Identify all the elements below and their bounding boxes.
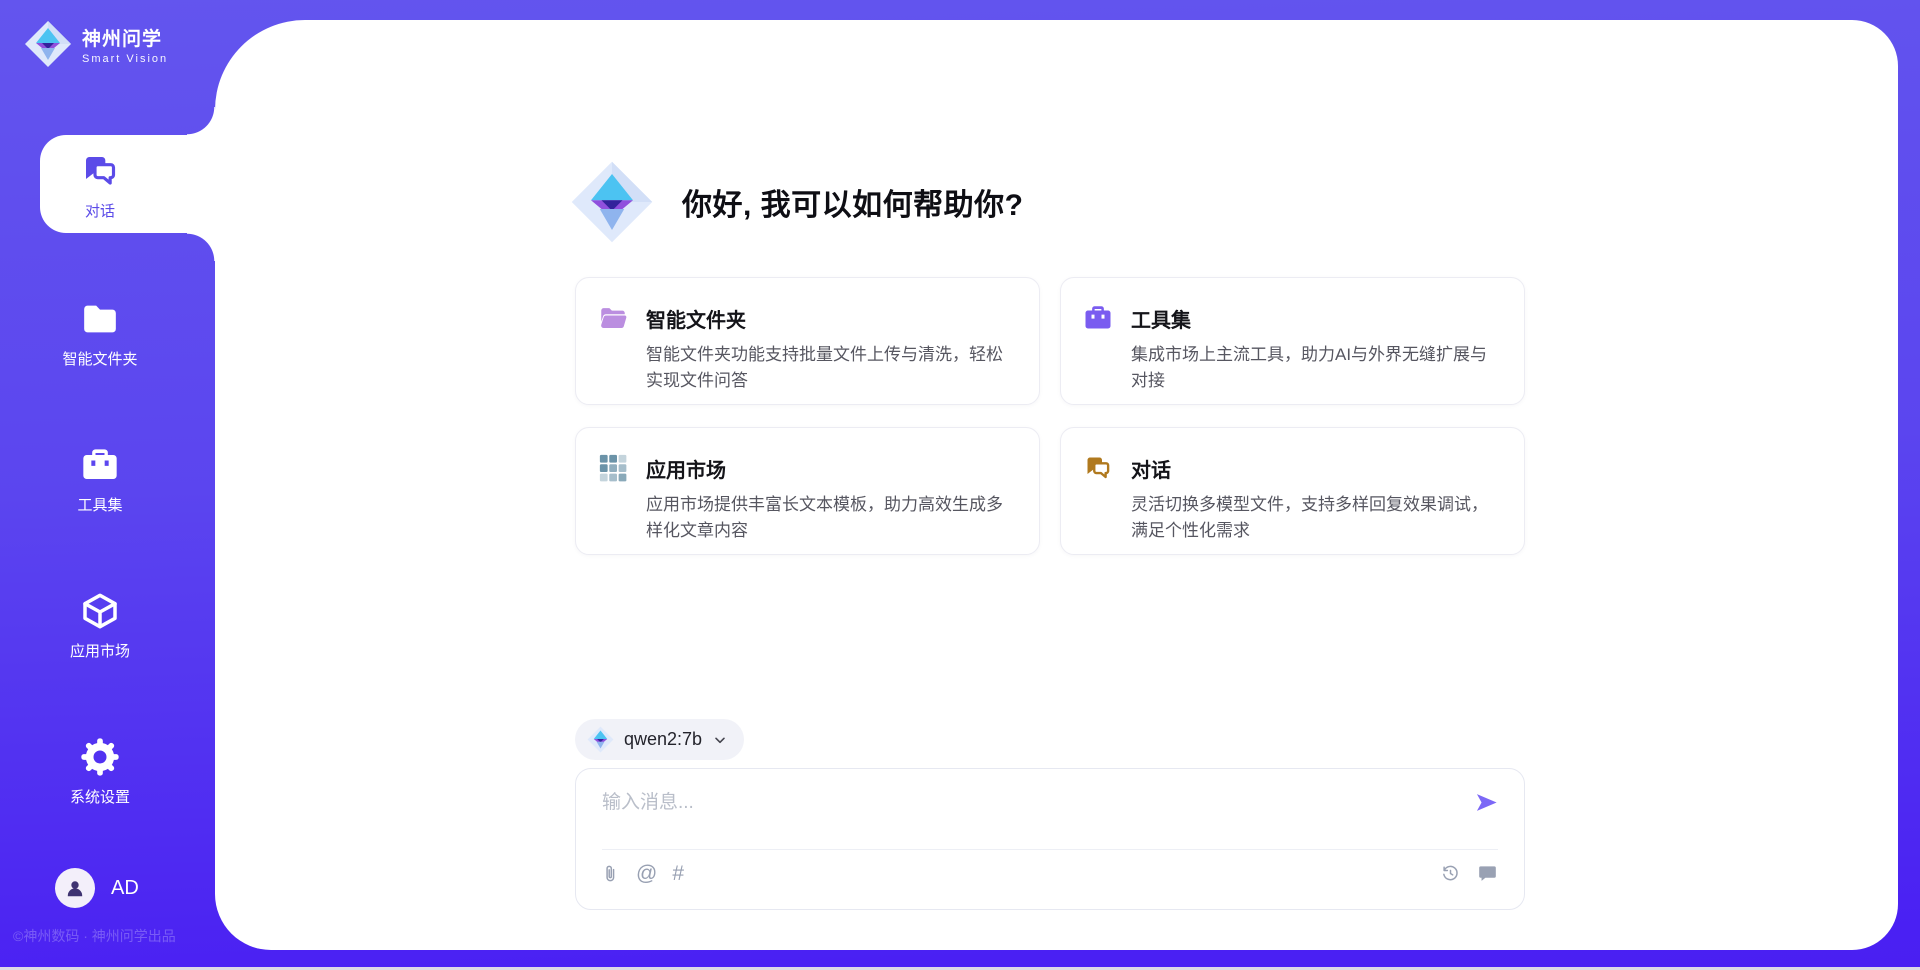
composer: @ # bbox=[575, 768, 1525, 910]
open-folder-icon bbox=[598, 303, 628, 333]
chat-icon bbox=[80, 151, 120, 191]
card-title: 智能文件夹 bbox=[646, 304, 746, 333]
sidebar-item-app-market[interactable]: 应用市场 bbox=[25, 578, 175, 674]
sidebar-item-toolset[interactable]: 工具集 bbox=[25, 432, 175, 528]
composer-divider bbox=[602, 849, 1498, 850]
chevron-down-icon bbox=[712, 732, 728, 748]
assistant-logo-icon bbox=[570, 160, 654, 244]
card-app-market[interactable]: 应用市场 应用市场提供丰富长文本模板，助力高效生成多样化文章内容 bbox=[575, 427, 1040, 555]
user-name: AD bbox=[111, 877, 139, 900]
mention-icon[interactable]: @ bbox=[636, 863, 657, 884]
card-description: 灵活切换多模型文件，支持多样回复效果调试，满足个性化需求 bbox=[1131, 492, 1498, 543]
tab-fillet-bottom bbox=[187, 233, 215, 261]
person-icon bbox=[63, 876, 87, 900]
sidebar-item-settings[interactable]: 系统设置 bbox=[25, 724, 175, 820]
card-title: 对话 bbox=[1131, 454, 1171, 483]
briefcase-icon bbox=[1083, 303, 1113, 333]
copyright-footer: ©神州数码 · 神州问学出品 bbox=[13, 926, 176, 946]
folder-icon bbox=[80, 299, 120, 339]
sidebar-item-chat[interactable]: 对话 bbox=[25, 138, 175, 234]
card-title: 工具集 bbox=[1131, 304, 1191, 333]
attachment-icon[interactable] bbox=[600, 863, 621, 884]
greeting: 你好, 我可以如何帮助你? bbox=[570, 160, 1024, 244]
card-description: 集成市场上主流工具，助力AI与外界无缝扩展与对接 bbox=[1131, 342, 1498, 393]
card-title: 应用市场 bbox=[646, 454, 726, 483]
briefcase-icon bbox=[80, 445, 120, 485]
sidebar-item-label: 智能文件夹 bbox=[62, 348, 137, 369]
model-selector[interactable]: qwen2:7b bbox=[575, 719, 744, 760]
sidebar-item-label: 系统设置 bbox=[70, 786, 130, 807]
sidebar-item-label: 工具集 bbox=[77, 494, 122, 515]
gear-icon bbox=[80, 737, 120, 777]
model-logo-icon bbox=[587, 726, 614, 753]
message-input[interactable] bbox=[602, 783, 1442, 823]
tab-fillet-top bbox=[187, 107, 215, 135]
user-account[interactable]: AD bbox=[55, 868, 139, 908]
avatar bbox=[55, 868, 95, 908]
brand: 神州问学 Smart Vision bbox=[24, 20, 168, 68]
greeting-text: 你好, 我可以如何帮助你? bbox=[682, 180, 1024, 224]
brand-logo-icon bbox=[24, 20, 72, 68]
sidebar-item-smart-folder[interactable]: 智能文件夹 bbox=[25, 286, 175, 382]
brand-subtitle: Smart Vision bbox=[82, 53, 168, 65]
cube-icon bbox=[80, 591, 120, 631]
card-toolset[interactable]: 工具集 集成市场上主流工具，助力AI与外界无缝扩展与对接 bbox=[1060, 277, 1525, 405]
history-icon[interactable] bbox=[1440, 863, 1461, 884]
brand-name: 神州问学 bbox=[82, 24, 168, 51]
feedback-bubble-icon[interactable] bbox=[1477, 863, 1498, 884]
card-description: 应用市场提供丰富长文本模板，助力高效生成多样化文章内容 bbox=[646, 492, 1013, 543]
send-icon[interactable] bbox=[1473, 789, 1500, 816]
card-chat[interactable]: 对话 灵活切换多模型文件，支持多样回复效果调试，满足个性化需求 bbox=[1060, 427, 1525, 555]
card-description: 智能文件夹功能支持批量文件上传与清洗，轻松实现文件问答 bbox=[646, 342, 1013, 393]
grid-icon bbox=[598, 453, 628, 483]
sidebar-item-label: 对话 bbox=[85, 200, 115, 221]
hashtag-icon[interactable]: # bbox=[672, 863, 684, 884]
card-smart-folder[interactable]: 智能文件夹 智能文件夹功能支持批量文件上传与清洗，轻松实现文件问答 bbox=[575, 277, 1040, 405]
model-name: qwen2:7b bbox=[624, 729, 702, 750]
sidebar-item-label: 应用市场 bbox=[70, 640, 130, 661]
chat-icon bbox=[1083, 453, 1113, 483]
